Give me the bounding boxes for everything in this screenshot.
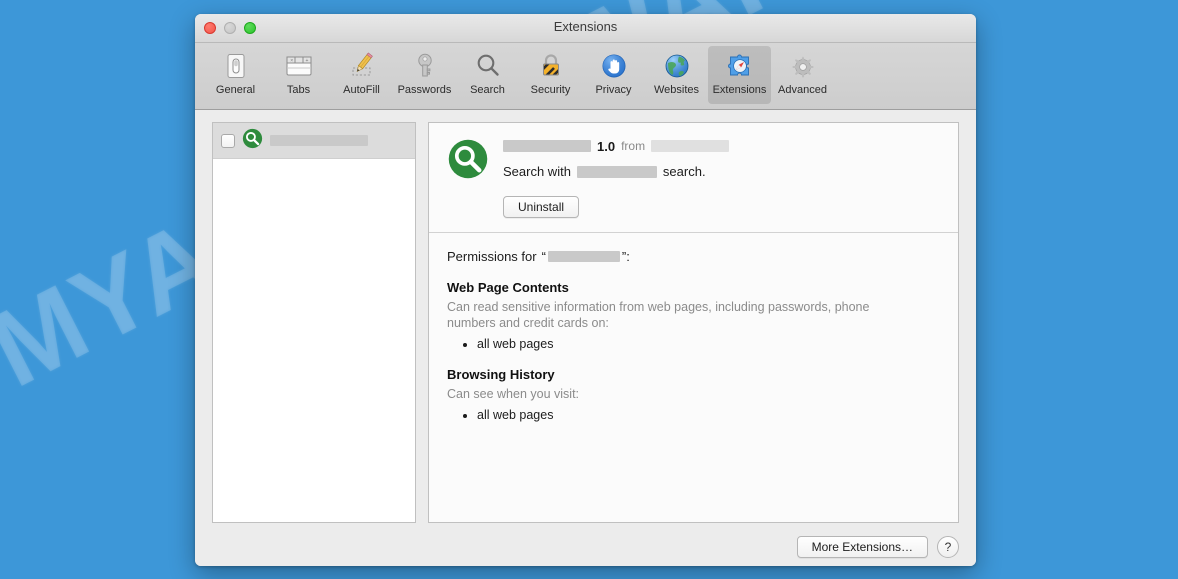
from-label: from xyxy=(621,139,646,153)
permission-item: all web pages xyxy=(477,337,940,351)
description-suffix: search. xyxy=(662,164,706,179)
list-item[interactable] xyxy=(213,123,415,159)
extension-title-line: 1.0 from xyxy=(503,138,940,154)
toolbar-item-extensions[interactable]: Extensions xyxy=(708,46,771,104)
permissions-prefix: Permissions for xyxy=(447,249,537,264)
extension-name-redacted xyxy=(503,140,591,152)
uninstall-button[interactable]: Uninstall xyxy=(503,196,580,218)
toolbar-item-general[interactable]: General xyxy=(204,46,267,104)
permissions-name-redacted xyxy=(547,251,620,262)
panes: 1.0 from Search with search. Uninstall P… xyxy=(212,122,959,523)
permission-heading: Web Page Contents xyxy=(447,280,569,295)
passwords-icon xyxy=(408,49,442,83)
extensions-list[interactable] xyxy=(212,122,416,523)
toolbar-label: AutoFill xyxy=(343,84,380,96)
extension-permissions: Permissions for “ ”: Web Page Contents C… xyxy=(429,233,958,522)
toolbar-item-passwords[interactable]: Passwords xyxy=(393,46,456,104)
toolbar-label: Search xyxy=(470,84,505,96)
toolbar-item-tabs[interactable]: × + Tabs xyxy=(267,46,330,104)
privacy-icon xyxy=(597,49,631,83)
websites-icon xyxy=(660,49,694,83)
extension-version: 1.0 xyxy=(597,138,616,154)
toolbar-item-advanced[interactable]: Advanced xyxy=(771,46,834,104)
toolbar-item-websites[interactable]: Websites xyxy=(645,46,708,104)
svg-text:×: × xyxy=(290,58,293,64)
extension-vendor-redacted xyxy=(651,140,730,152)
toolbar-label: General xyxy=(215,84,256,96)
extension-name-redacted xyxy=(270,135,368,146)
search-icon xyxy=(471,49,505,83)
security-icon xyxy=(534,49,568,83)
more-extensions-button[interactable]: More Extensions… xyxy=(796,536,928,558)
toolbar-label: Websites xyxy=(653,84,700,96)
permission-description: Can read sensitive information from web … xyxy=(447,300,870,330)
autofill-icon xyxy=(345,49,379,83)
toolbar-label: Tabs xyxy=(286,84,311,96)
permission-group: Browsing History Can see when you visit:… xyxy=(447,367,940,422)
safari-preferences-window: Extensions General × + Tabs AutoFill Pas… xyxy=(195,14,976,566)
extension-detail-header: 1.0 from Search with search. Uninstall xyxy=(429,123,958,233)
general-icon xyxy=(219,49,253,83)
permission-item: all web pages xyxy=(477,408,940,422)
quote-close: ”: xyxy=(621,249,630,264)
extension-search-icon xyxy=(447,138,489,218)
window-titlebar: Extensions xyxy=(195,14,976,43)
permission-description: Can see when you visit: xyxy=(447,387,580,401)
description-prefix: Search with xyxy=(503,164,571,179)
preferences-content: 1.0 from Search with search. Uninstall P… xyxy=(195,110,976,566)
toolbar-label: Security xyxy=(530,84,571,96)
toolbar-item-security[interactable]: Security xyxy=(519,46,582,104)
help-button[interactable]: ? xyxy=(937,536,959,558)
extension-detail-pane: 1.0 from Search with search. Uninstall P… xyxy=(428,122,959,523)
extension-enabled-checkbox[interactable] xyxy=(221,133,235,148)
quote-open: “ xyxy=(541,249,546,264)
permission-items: all web pages xyxy=(447,337,940,351)
extensions-icon xyxy=(723,49,757,83)
permission-heading: Browsing History xyxy=(447,367,555,382)
permission-group: Web Page Contents Can read sensitive inf… xyxy=(447,280,940,351)
svg-text:+: + xyxy=(305,58,308,64)
extension-search-icon xyxy=(242,128,263,154)
toolbar-item-autofill[interactable]: AutoFill xyxy=(330,46,393,104)
window-title: Extensions xyxy=(553,19,618,34)
tabs-icon: × + xyxy=(282,49,316,83)
toolbar-item-privacy[interactable]: Privacy xyxy=(582,46,645,104)
toolbar-item-search[interactable]: Search xyxy=(456,46,519,104)
permission-items: all web pages xyxy=(447,408,940,422)
toolbar-label: Passwords xyxy=(397,84,452,96)
advanced-icon xyxy=(786,49,820,83)
toolbar-label: Privacy xyxy=(595,84,632,96)
extension-description: Search with search. xyxy=(503,163,940,180)
permissions-title: Permissions for “ ”: xyxy=(447,249,940,264)
toolbar-label: Extensions xyxy=(712,84,767,96)
toolbar-label: Advanced xyxy=(778,84,827,96)
window-footer: More Extensions… ? xyxy=(212,523,959,566)
preferences-toolbar: General × + Tabs AutoFill Passwords Sear… xyxy=(195,43,976,110)
description-redacted xyxy=(576,165,657,178)
